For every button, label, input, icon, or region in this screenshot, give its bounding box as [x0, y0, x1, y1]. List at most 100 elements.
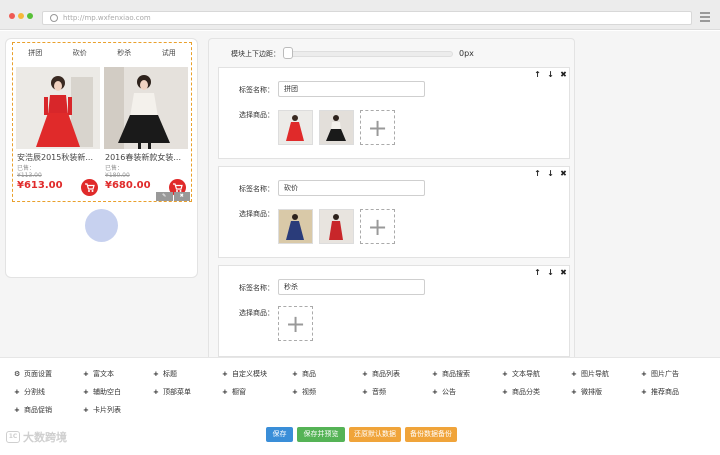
goods-thumbnail[interactable] [319, 110, 354, 145]
component-item[interactable]: + 卡片列表 [83, 405, 121, 415]
component-label: 微排版 [581, 388, 602, 396]
component-item[interactable]: + 橱窗 [222, 387, 246, 397]
cart-icon[interactable] [81, 179, 98, 196]
margin-slider-handle[interactable] [283, 47, 293, 59]
plus-icon: + [153, 370, 159, 378]
close-window-dot[interactable] [9, 13, 15, 19]
move-up-icon[interactable]: ↑ [533, 70, 542, 80]
component-item[interactable]: + 富文本 [83, 369, 114, 379]
plus-icon: + [83, 388, 89, 396]
move-down-icon[interactable]: ↓ [546, 268, 555, 278]
component-item[interactable]: + 商品促销 [14, 405, 52, 415]
move-down-icon[interactable]: ↓ [546, 169, 555, 179]
restore-default-button[interactable]: 还原默认数据 [349, 427, 401, 442]
product-card[interactable]: 安浩辰2015秋装新... 已售： ¥113.00 ¥613.00 [16, 67, 100, 199]
save-preview-button[interactable]: 保存并预览 [297, 427, 345, 442]
component-label: 顶部菜单 [163, 388, 191, 396]
preview-tab[interactable]: 秒杀 [102, 43, 147, 63]
goods-thumbnail[interactable] [278, 209, 313, 244]
watermark-text: 大数跨境 [23, 431, 67, 444]
plus-icon: + [367, 213, 388, 241]
component-item[interactable]: + 图片导航 [571, 369, 609, 379]
product-card[interactable]: 2016春装新款女装... 已售： ¥180.00 ¥680.00 [104, 67, 188, 199]
goods-thumbnail[interactable] [278, 110, 313, 145]
tag-name-input[interactable] [278, 279, 425, 295]
component-item[interactable]: + 图片广告 [641, 369, 679, 379]
component-label: 富文本 [93, 370, 114, 378]
component-item[interactable]: + 文本导航 [502, 369, 540, 379]
component-label: 推荐商品 [651, 388, 679, 396]
plus-icon: + [367, 114, 388, 142]
component-label: 卡片列表 [93, 406, 121, 414]
remove-icon[interactable]: ✖ [559, 169, 568, 179]
add-goods-button[interactable]: + [360, 209, 395, 244]
component-item[interactable]: + 辅助空白 [83, 387, 121, 397]
margin-slider-track[interactable] [283, 51, 453, 57]
remove-icon[interactable]: ✖ [559, 268, 568, 278]
move-up-icon[interactable]: ↑ [533, 268, 542, 278]
plus-icon: + [641, 388, 647, 396]
component-label: 自定义模块 [232, 370, 267, 378]
add-goods-button[interactable]: + [360, 110, 395, 145]
watermark-logo: 1C [6, 431, 20, 443]
component-item[interactable]: + 自定义模块 [222, 369, 267, 379]
product-price: ¥613.00 [17, 180, 63, 191]
component-item[interactable]: + 商品搜索 [432, 369, 470, 379]
backup-data-button[interactable]: 备份数据备份 [405, 427, 457, 442]
save-button[interactable]: 保存 [266, 427, 293, 442]
component-label: 分割线 [24, 388, 45, 396]
plus-icon: + [432, 388, 438, 396]
address-bar[interactable]: http://mp.wxfenxiao.com [42, 11, 692, 25]
tab-config-card: ↑ ↓ ✖ 标签名称： 选择商品： + [218, 265, 570, 357]
component-item[interactable]: + 商品 [292, 369, 316, 379]
select-goods-label: 选择商品： [239, 210, 274, 218]
component-item[interactable]: + 微排版 [571, 387, 602, 397]
browser-chrome: http://mp.wxfenxiao.com [0, 0, 720, 30]
plus-icon: + [571, 370, 577, 378]
component-item[interactable]: ⚙ 页面设置 [14, 369, 52, 379]
preview-tab[interactable]: 拼团 [13, 43, 58, 63]
plus-icon: + [641, 370, 647, 378]
floating-circle-button[interactable] [85, 209, 118, 242]
goods-thumbnail[interactable] [319, 209, 354, 244]
component-item[interactable]: + 商品列表 [362, 369, 400, 379]
plus-icon: + [362, 388, 368, 396]
component-item[interactable]: + 公告 [432, 387, 456, 397]
margin-value: 0px [459, 49, 474, 58]
module-margin-row: 模块上下边距： 0px [209, 47, 574, 61]
product-name: 2016春装新款女装... [105, 153, 181, 162]
component-item[interactable]: + 推荐商品 [641, 387, 679, 397]
component-label: 商品促销 [24, 406, 52, 414]
hamburger-menu-icon[interactable] [700, 12, 710, 22]
add-goods-button[interactable]: + [278, 306, 313, 341]
delete-module-button[interactable]: ✖ [173, 192, 190, 201]
component-item[interactable]: + 音频 [362, 387, 386, 397]
remove-icon[interactable]: ✖ [559, 70, 568, 80]
minimize-window-dot[interactable] [18, 13, 24, 19]
refresh-icon[interactable] [50, 14, 58, 22]
component-label: 文本导航 [512, 370, 540, 378]
preview-tab[interactable]: 试用 [147, 43, 192, 63]
tag-name-label: 标签名称： [239, 185, 274, 193]
plus-icon: + [14, 388, 20, 396]
component-item[interactable]: + 视频 [292, 387, 316, 397]
tab-goods-widget[interactable]: 拼团 砍价 秒杀 试用 安浩辰2015秋装新... 已售： ¥113.00 ¥6… [12, 42, 192, 202]
product-image [16, 67, 100, 149]
tag-name-input[interactable] [278, 180, 425, 196]
component-item[interactable]: + 顶部菜单 [153, 387, 191, 397]
move-up-icon[interactable]: ↑ [533, 169, 542, 179]
component-label: 橱窗 [232, 388, 246, 396]
component-item[interactable]: + 标题 [153, 369, 177, 379]
gear-icon: ⚙ [14, 370, 21, 378]
edit-module-button[interactable]: ✎ [156, 192, 173, 201]
preview-tab[interactable]: 砍价 [58, 43, 103, 63]
component-item[interactable]: + 商品分类 [502, 387, 540, 397]
component-label: 商品搜索 [442, 370, 470, 378]
tag-name-input[interactable] [278, 81, 425, 97]
plus-icon: + [432, 370, 438, 378]
maximize-window-dot[interactable] [27, 13, 33, 19]
component-item[interactable]: + 分割线 [14, 387, 45, 397]
move-down-icon[interactable]: ↓ [546, 70, 555, 80]
component-label: 页面设置 [24, 370, 52, 378]
product-sold: 已售： [105, 165, 124, 172]
